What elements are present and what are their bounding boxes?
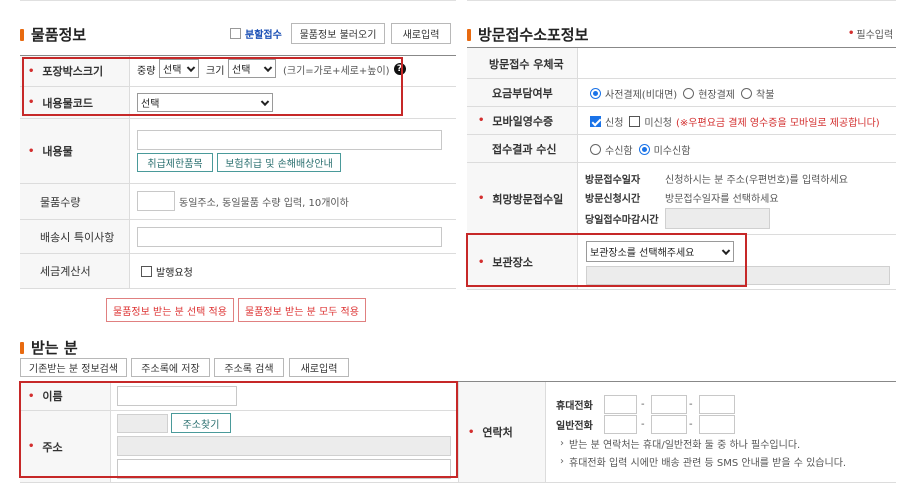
visit-section-title: 방문접수소포정보 xyxy=(467,24,588,45)
contact-note-2: › 휴대전화 입력 시에만 배송 관련 등 SMS 안내를 받을 수 있습니다. xyxy=(560,455,847,469)
fee-payer-label: 요금부담여부 xyxy=(492,86,553,100)
tax-invoice-label: 세금계산서 xyxy=(40,265,91,278)
checkbox-icon xyxy=(230,27,241,39)
radio-icon[interactable] xyxy=(590,87,601,99)
dash-separator: - xyxy=(641,398,645,410)
tax-invoice-checkbox[interactable]: 발행요청 xyxy=(141,263,193,279)
search-address-book-button[interactable]: 주소록 검색 xyxy=(214,358,284,377)
required-marker: • xyxy=(478,193,485,204)
receiver-section-title: 받는 분 xyxy=(20,337,78,358)
apply-selected-button[interactable]: 물품정보 받는 분 선택 적용 xyxy=(106,298,234,322)
content-label: • 내용물 xyxy=(28,145,73,158)
highlight-box-receiver xyxy=(19,381,458,478)
contact-note-1: › 받는 분 연락처는 휴대/일반전화 둘 중 하나 필수입니다. xyxy=(560,437,801,451)
general-phone-part3[interactable] xyxy=(699,415,735,434)
result-receive-options: 수신함 미수신함 xyxy=(590,141,690,157)
section-marker-icon xyxy=(20,341,24,354)
visit-date-label: 방문접수일자 xyxy=(585,174,641,186)
required-marker: • xyxy=(478,115,485,126)
checkbox-checked-icon[interactable] xyxy=(590,115,601,127)
fee-payer-options: 사전결제(비대면) 현장결제 착불 xyxy=(590,85,774,101)
dash-separator: - xyxy=(641,418,645,430)
search-previous-receiver-button[interactable]: 기존받는 분 정보검색 xyxy=(20,358,127,377)
content-input[interactable] xyxy=(137,130,442,150)
checkbox-icon[interactable] xyxy=(629,115,641,127)
save-address-book-button[interactable]: 주소록에 저장 xyxy=(131,358,210,377)
mobile-phone-part2[interactable] xyxy=(651,395,687,414)
radio-icon[interactable] xyxy=(683,87,695,99)
checkbox-icon xyxy=(141,265,152,277)
highlight-box-goods xyxy=(22,57,403,116)
mobile-phone-part1[interactable] xyxy=(604,395,637,414)
highlight-box-storage xyxy=(466,233,747,287)
chevron-right-icon: › xyxy=(560,437,564,449)
dash-separator: - xyxy=(689,418,693,430)
goods-section-title: 물품정보 xyxy=(20,24,86,45)
visit-time-text: 방문접수일자를 선택하세요 xyxy=(665,193,779,205)
general-phone-label: 일반전화 xyxy=(556,420,593,432)
mobile-receipt-options: 신청 미신청 (※우편요금 결제 영수증을 모바일로 제공합니다) xyxy=(590,113,880,129)
post-office-label: 방문접수 우체국 xyxy=(489,57,564,71)
deadline-field xyxy=(665,208,770,229)
hope-date-label: • 희망방문접수일 xyxy=(478,192,564,206)
visit-time-label: 방문신청시간 xyxy=(585,193,641,205)
chevron-right-icon: › xyxy=(560,455,564,467)
radio-icon[interactable] xyxy=(590,143,601,155)
restricted-items-button[interactable]: 취급제한품목 xyxy=(137,153,213,172)
general-phone-part2[interactable] xyxy=(651,415,687,434)
required-marker: • xyxy=(468,426,475,438)
quantity-input[interactable] xyxy=(137,191,175,211)
radio-icon[interactable] xyxy=(741,87,753,99)
load-goods-button[interactable]: 물품정보 불러오기 xyxy=(291,23,385,44)
goods-new-button[interactable]: 새로입력 xyxy=(391,23,451,44)
contact-label: • 연락처 xyxy=(468,426,513,439)
required-note: • 필수입력 xyxy=(848,27,894,41)
insurance-info-button[interactable]: 보험취급 및 손해배상안내 xyxy=(217,153,341,172)
section-marker-icon xyxy=(20,28,24,41)
top-divider-left xyxy=(20,0,456,1)
radio-icon[interactable] xyxy=(638,143,650,155)
mobile-receipt-label: • 모바일영수증 xyxy=(478,114,554,128)
quantity-hint: 동일주소, 동일물품 수량 입력, 10개이하 xyxy=(179,197,349,209)
split-receipt-checkbox[interactable]: 분할접수 xyxy=(230,26,282,41)
delivery-note-input[interactable] xyxy=(137,227,442,247)
quantity-label: 물품수량 xyxy=(40,195,81,209)
deadline-label: 당일접수마감시간 xyxy=(585,214,659,226)
mobile-phone-part3[interactable] xyxy=(699,395,735,414)
general-phone-part1[interactable] xyxy=(604,415,637,434)
dash-separator: - xyxy=(689,398,693,410)
apply-all-button[interactable]: 물품정보 받는 분 모두 적용 xyxy=(238,298,366,322)
section-marker-icon xyxy=(467,28,471,41)
mobile-phone-label: 휴대전화 xyxy=(556,400,593,412)
receiver-new-button[interactable]: 새로입력 xyxy=(289,358,349,377)
top-divider-right xyxy=(467,0,896,1)
visit-date-text: 신청하시는 분 주소(우편번호)를 입력하세요 xyxy=(665,174,848,186)
result-receive-label: 접수결과 수신 xyxy=(492,142,557,156)
delivery-note-label: 배송시 특이사항 xyxy=(40,230,115,244)
required-marker: • xyxy=(28,145,35,157)
